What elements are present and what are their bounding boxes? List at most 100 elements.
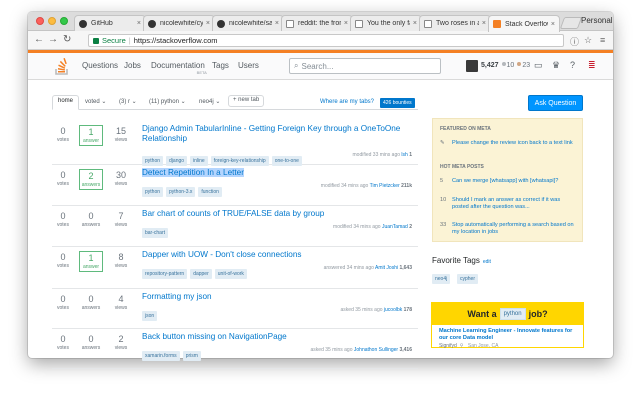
hot-meta-count: 33 (440, 222, 447, 228)
nav-tags[interactable]: Tags (212, 61, 229, 70)
view-count-value: 4 (118, 294, 124, 304)
minimize-window-button[interactable] (48, 17, 56, 25)
where-are-my-tabs-link[interactable]: Where are my tabs? (320, 99, 374, 105)
close-window-button[interactable] (36, 17, 44, 25)
browser-tab[interactable]: reddit: the fron × (281, 15, 353, 31)
browser-tab[interactable]: You the only fa × (350, 15, 422, 31)
search-input[interactable]: ⌕ Search... (289, 58, 441, 74)
reputation-display[interactable]: 5,427 10 23 (481, 62, 530, 69)
browser-tab[interactable]: Stack Overflow × (488, 15, 560, 32)
stackoverflow-logo-icon[interactable] (54, 58, 70, 76)
browser-tab[interactable]: Two roses in a × (419, 15, 491, 31)
question-title-link[interactable]: Detect Repetition In a Letter (142, 168, 418, 178)
answer-count-label: answers (81, 345, 101, 351)
view-count-label: views (114, 181, 128, 187)
tab-home[interactable]: home (52, 95, 80, 110)
tab-python[interactable]: (11) python ⌄ (144, 96, 191, 111)
question-title-link[interactable]: Dapper with UOW - Don't close connection… (142, 250, 418, 260)
question-title-link[interactable]: Django Admin TabularInline - Getting For… (142, 124, 418, 144)
view-count: 30 views (110, 170, 132, 187)
tag[interactable]: unit-of-work (214, 269, 247, 279)
browser-tab-label: You the only fa (367, 20, 410, 27)
answer-count: 0 answers (79, 333, 103, 354)
answer-count-label: answers (81, 182, 101, 188)
view-count-label: views (114, 345, 128, 351)
new-tab-link[interactable]: + new tab (228, 95, 265, 107)
answer-count-label: answer (82, 264, 100, 270)
back-arrow-icon[interactable]: ← (34, 34, 44, 46)
tag[interactable]: python (142, 187, 164, 197)
browser-tab[interactable]: nicolewhite/cy × (143, 15, 215, 31)
close-tab-icon[interactable]: × (482, 20, 486, 27)
address-bar[interactable]: Secure | https://stackoverflow.com (88, 34, 564, 47)
favorite-tag[interactable]: neo4j (432, 274, 451, 284)
activity-text: asked 35 mins ago (310, 347, 353, 353)
question-list: 0 votes 1 answer 15 views Django Admin Tabular… (52, 121, 418, 369)
question-activity: modified 33 mins ago lsh 1 (353, 152, 413, 158)
help-icon[interactable]: ? (570, 60, 575, 70)
question-activity: modified 34 mins ago Tim Pietzcker 211k (321, 183, 412, 189)
vote-count-value: 0 (60, 126, 66, 136)
url-text: https://stackoverflow.com (133, 36, 218, 45)
tag[interactable]: dapper (190, 269, 212, 279)
menu-icon[interactable]: ≡ (600, 35, 605, 45)
site-switcher-icon[interactable]: ≣ (588, 60, 596, 71)
profile-name[interactable]: Personal (581, 16, 613, 25)
browser-tab[interactable]: nicolewhite/sa × (212, 15, 284, 31)
close-tab-icon[interactable]: × (206, 20, 210, 27)
inbox-icon[interactable]: ▭ (534, 60, 543, 71)
ask-question-button[interactable]: Ask Question (528, 95, 583, 111)
close-tab-icon[interactable]: × (275, 20, 279, 27)
close-tab-icon[interactable]: × (551, 21, 555, 28)
nav-jobs[interactable]: Jobs (124, 61, 141, 70)
new-tab-button[interactable] (559, 17, 583, 29)
bounties-badge[interactable]: 426 bounties (380, 98, 415, 108)
tab-voted[interactable]: voted ⌄ (80, 96, 111, 111)
tab-neo4j[interactable]: neo4j ⌄ (194, 96, 225, 111)
close-tab-icon[interactable]: × (137, 20, 141, 27)
user-link[interactable]: lsh (401, 152, 407, 158)
bookmark-star-icon[interactable]: ☆ (584, 35, 592, 46)
nav-documentation[interactable]: Documentation BETA (151, 61, 207, 75)
question-title-link[interactable]: Back button missing on NavigationPage (142, 332, 418, 342)
job-ad: Want a python job? Machine Learning Engi… (431, 302, 584, 349)
tag[interactable]: repository-pattern (142, 269, 188, 279)
favorite-tag[interactable]: cypher (457, 274, 479, 284)
nav-users[interactable]: Users (238, 61, 259, 70)
user-link[interactable]: jucoolbk (384, 307, 402, 313)
forward-arrow-icon[interactable]: → (48, 34, 58, 46)
question-title-link[interactable]: Bar chart of counts of TRUE/FALSE data b… (142, 209, 418, 219)
answer-count-value: 0 (88, 211, 94, 221)
tag[interactable]: python-3.x (166, 187, 196, 197)
meta-sidebar-box: FEATURED ON META ✎ Please change the rev… (432, 118, 583, 242)
avatar[interactable] (466, 60, 478, 72)
tag[interactable]: json (142, 311, 158, 321)
tab-r[interactable]: (3) r ⌄ (114, 96, 142, 111)
question-activity: asked 35 mins ago jucoolbk 178 (341, 307, 412, 313)
user-link[interactable]: Amit Joshi (375, 265, 398, 271)
question-title-link[interactable]: Formatting my json (142, 292, 418, 302)
info-icon[interactable]: ⓘ (570, 35, 579, 48)
user-link[interactable]: Johnathon Sullinger (354, 347, 398, 353)
browser-tab-label: Two roses in a (436, 20, 479, 27)
user-link[interactable]: JuanTamad (382, 224, 408, 230)
browser-tab-label: GitHub (91, 20, 113, 27)
tag[interactable]: prism (182, 351, 201, 361)
reload-icon[interactable]: ↻ (63, 34, 71, 46)
user-reputation: 3,416 (399, 347, 412, 353)
close-tab-icon[interactable]: × (413, 20, 417, 27)
question-title-text: Bar chart of counts of TRUE/FALSE data b… (142, 209, 325, 218)
tag[interactable]: xamarin.forms (142, 351, 180, 361)
achievements-trophy-icon[interactable]: ♛ (552, 60, 560, 71)
zoom-window-button[interactable] (60, 17, 68, 25)
hot-meta-heading: HOT META POSTS (440, 164, 484, 170)
tag[interactable]: function (198, 187, 222, 197)
favorite-tags-edit-link[interactable]: edit (483, 259, 491, 265)
nav-questions[interactable]: Questions (82, 61, 118, 70)
job-tag[interactable]: python (499, 308, 526, 320)
job-title-link[interactable]: Machine Learning Engineer - Innovate fea… (439, 328, 579, 342)
tag[interactable]: bar-chart (142, 228, 169, 238)
close-tab-icon[interactable]: × (344, 20, 348, 27)
browser-tab[interactable]: GitHub × (74, 15, 146, 31)
user-link[interactable]: Tim Pietzcker (370, 183, 400, 189)
